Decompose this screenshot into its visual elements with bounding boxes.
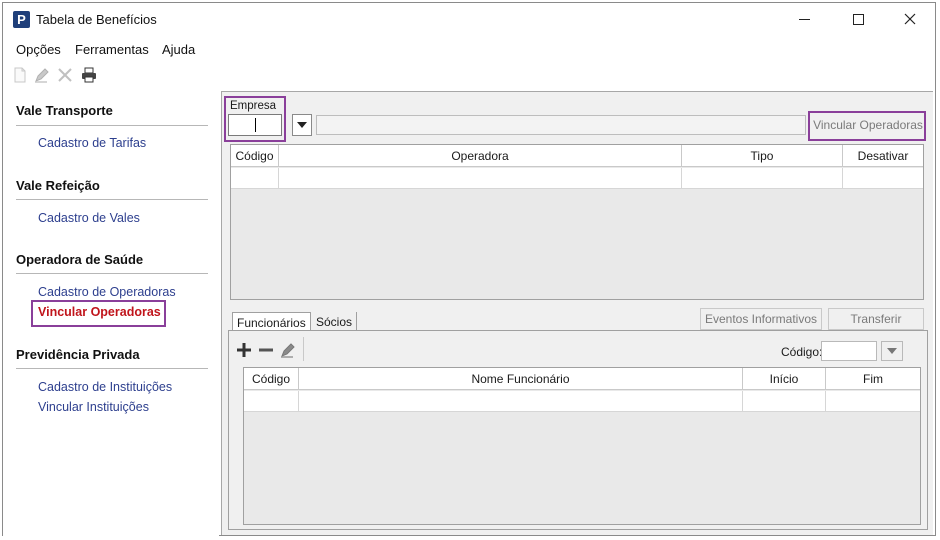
maximize-button[interactable] [835, 3, 881, 35]
link-cadastro-tarifas[interactable]: Cadastro de Tarifas [38, 136, 146, 150]
column-header-inicio[interactable]: Início [743, 368, 826, 390]
codigo-label: Código: [781, 345, 823, 359]
minimize-button[interactable] [781, 3, 827, 35]
chevron-down-icon [887, 348, 897, 354]
chevron-down-icon [297, 122, 307, 128]
menu-ajuda[interactable]: Ajuda [162, 42, 195, 57]
table-cell [244, 391, 299, 412]
menu-bar: Opções Ferramentas Ajuda [3, 37, 935, 59]
sidebar-nav: Vale Transporte Cadastro de Tarifas Vale… [3, 93, 219, 536]
section-previdencia-privada: Previdência Privada [16, 347, 140, 362]
delete-x-icon[interactable] [56, 66, 74, 84]
add-icon[interactable] [235, 341, 253, 359]
close-icon [904, 13, 916, 25]
print-icon[interactable] [80, 66, 98, 84]
section-vale-refeicao: Vale Refeição [16, 178, 100, 193]
divider [16, 125, 208, 126]
table-header: Código Nome Funcionário Início Fim [244, 368, 920, 390]
column-header-codigo[interactable]: Código [244, 368, 299, 390]
empresa-input[interactable] [228, 114, 282, 136]
table-cell [231, 168, 279, 189]
column-header-nome-funcionario[interactable]: Nome Funcionário [299, 368, 743, 390]
application-window: P Tabela de Benefícios Opções Ferramenta… [2, 2, 936, 536]
funcionarios-table: Código Nome Funcionário Início Fim [243, 367, 921, 525]
divider [16, 199, 208, 200]
funcionarios-panel: Código: Código Nome Funcionário Início F… [228, 330, 928, 530]
tab-funcionarios[interactable]: Funcionários [232, 312, 311, 332]
toolbar-separator [303, 337, 304, 361]
tab-socios[interactable]: Sócios [312, 312, 358, 332]
codigo-search-input[interactable] [821, 341, 877, 361]
maximize-icon [852, 13, 864, 25]
link-cadastro-instituicoes[interactable]: Cadastro de Instituições [38, 380, 172, 394]
menu-ferramentas[interactable]: Ferramentas [75, 42, 149, 57]
codigo-dropdown-button[interactable] [881, 341, 903, 361]
eventos-informativos-button[interactable]: Eventos Informativos [700, 308, 822, 330]
vincular-operadoras-button[interactable]: Vincular Operadoras [812, 115, 924, 137]
edit-pencil-icon[interactable] [33, 66, 51, 84]
empresa-label: Empresa [230, 100, 277, 112]
link-vincular-operadoras[interactable]: Vincular Operadoras [38, 305, 161, 319]
link-cadastro-vales[interactable]: Cadastro de Vales [38, 211, 140, 225]
minimize-icon [798, 18, 810, 20]
column-header-operadora[interactable]: Operadora [279, 145, 682, 167]
transferir-button[interactable]: Transferir [828, 308, 924, 330]
edit-pencil-icon[interactable] [279, 341, 297, 359]
table-cell [682, 168, 843, 189]
section-operadora-saude: Operadora de Saúde [16, 252, 144, 267]
empresa-description-field [316, 115, 806, 135]
new-document-icon[interactable] [11, 66, 29, 84]
link-vincular-instituicoes[interactable]: Vincular Instituições [38, 400, 149, 414]
table-row[interactable] [231, 168, 923, 189]
close-button[interactable] [887, 3, 933, 35]
divider [16, 273, 208, 274]
window-title: Tabela de Benefícios [36, 12, 157, 27]
column-header-codigo[interactable]: Código [231, 145, 279, 167]
operadoras-table: Código Operadora Tipo Desativar [230, 144, 924, 300]
table-row[interactable] [244, 391, 920, 412]
text-caret [255, 118, 256, 132]
section-vale-transporte: Vale Transporte [16, 103, 113, 118]
table-cell [843, 168, 923, 189]
column-header-fim[interactable]: Fim [826, 368, 920, 390]
column-header-tipo[interactable]: Tipo [682, 145, 843, 167]
title-bar: P Tabela de Benefícios [3, 3, 935, 35]
table-header: Código Operadora Tipo Desativar [231, 145, 923, 167]
table-cell [299, 391, 743, 412]
divider [16, 368, 208, 369]
table-cell [279, 168, 682, 189]
remove-icon[interactable] [257, 341, 275, 359]
toolbar [3, 63, 935, 87]
column-header-desativar[interactable]: Desativar [843, 145, 923, 167]
menu-opcoes[interactable]: Opções [16, 42, 61, 57]
app-logo-icon: P [13, 11, 30, 28]
empresa-dropdown-button[interactable] [292, 114, 312, 136]
main-panel: Empresa Vincular Operadoras Código Opera… [221, 91, 933, 535]
table-cell [826, 391, 920, 412]
table-cell [743, 391, 826, 412]
link-cadastro-operadoras[interactable]: Cadastro de Operadoras [38, 285, 176, 299]
